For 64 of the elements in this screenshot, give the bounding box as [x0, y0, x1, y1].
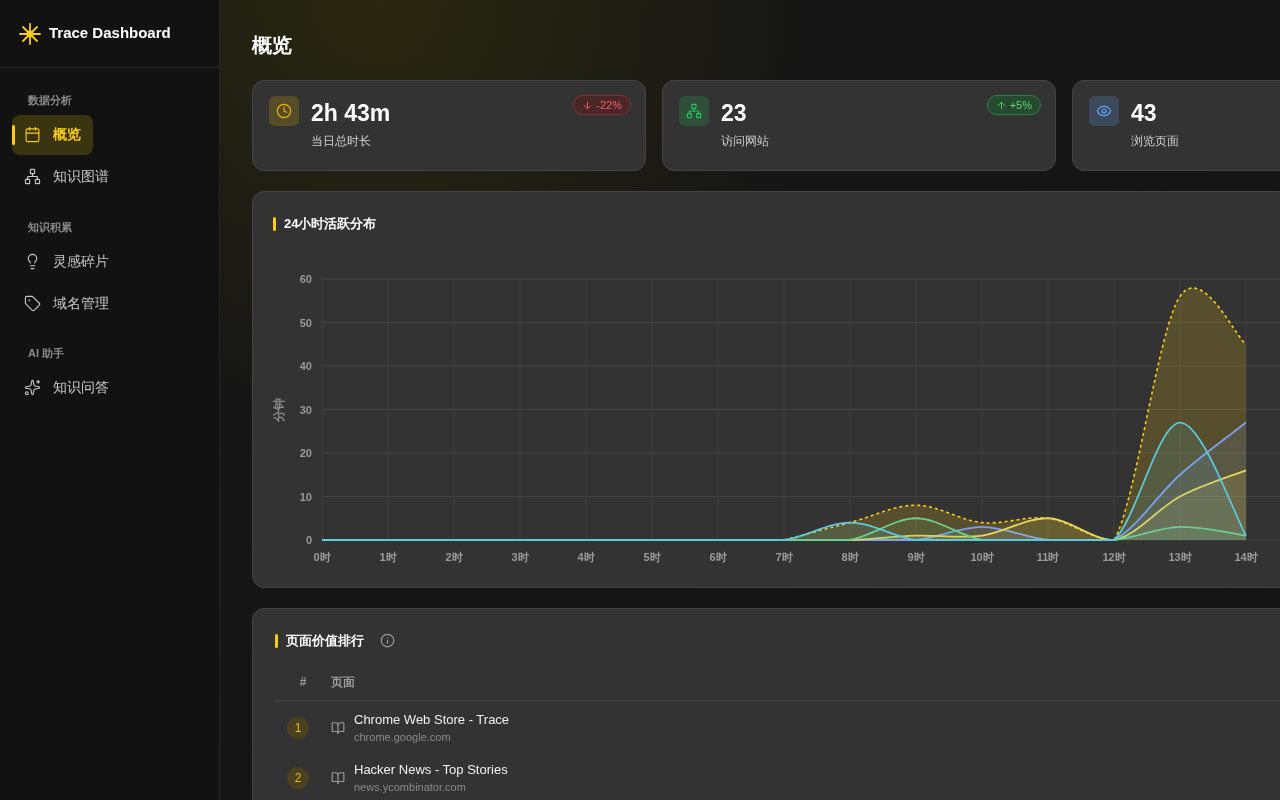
- x-tick-label: 13时: [1168, 550, 1192, 563]
- nav-item[interactable]: 概览: [12, 114, 93, 155]
- change-badge: +5%: [986, 95, 1041, 115]
- x-tick-label: 1时: [379, 550, 397, 563]
- stat-value: 23: [721, 99, 748, 128]
- page-title-link[interactable]: Chrome Web Store - Trace: [354, 709, 510, 729]
- sun-icon: [19, 22, 41, 45]
- book-icon: [331, 720, 345, 735]
- section-heading: AI 助手: [27, 346, 66, 361]
- x-tick-label: 8时: [841, 550, 859, 563]
- stat-label: 访问网站: [721, 133, 769, 150]
- clock-icon: [276, 103, 292, 119]
- section-heading: 数据分析: [27, 93, 73, 108]
- sparkle-icon: [24, 379, 41, 396]
- y-tick-label: 30: [299, 403, 312, 415]
- rank-badge: 1: [287, 716, 309, 739]
- x-tick-label: 2时: [445, 550, 463, 563]
- column-header: 页面: [331, 674, 355, 691]
- nav-item[interactable]: 灵感碎片: [12, 241, 121, 281]
- network-icon: [24, 168, 41, 185]
- x-tick-label: 6时: [709, 550, 727, 563]
- rank-badge: 2: [287, 766, 309, 789]
- book-icon: [331, 770, 345, 785]
- y-tick-label: 0: [305, 533, 312, 546]
- y-tick-label: 60: [299, 272, 312, 285]
- y-tick-label: 10: [299, 490, 312, 502]
- x-tick-label: 14时: [1234, 550, 1258, 563]
- page-domain: chrome.google.com: [354, 730, 452, 745]
- nav-item[interactable]: 知识问答: [12, 367, 121, 408]
- section-heading: 知识积累: [27, 219, 73, 235]
- x-tick-label: 12时: [1102, 550, 1126, 563]
- x-tick-label: 9时: [907, 550, 925, 563]
- arrow-up-icon: [995, 99, 1007, 111]
- stat-label: 浏览页面: [1131, 133, 1179, 150]
- stat-value: 2h 43m: [311, 99, 391, 128]
- y-tick-label: 20: [299, 446, 312, 459]
- card-title: 24小时活跃分布: [284, 215, 377, 233]
- x-tick-label: 11时: [1036, 550, 1060, 563]
- stat-label: 当日总时长: [311, 133, 372, 150]
- change-badge: -22%: [573, 95, 631, 115]
- y-axis-label: 分钟: [272, 397, 286, 421]
- x-tick-label: 7时: [775, 550, 793, 563]
- tag-icon: [24, 294, 41, 312]
- x-tick-label: 5时: [643, 550, 661, 563]
- column-header: #: [298, 674, 308, 691]
- x-tick-label: 4时: [577, 550, 595, 563]
- page-title: 概览: [252, 33, 293, 58]
- x-tick-label: 10时: [970, 550, 994, 563]
- eye-icon: [1096, 103, 1112, 119]
- brand-name: Trace Dashboard: [49, 23, 171, 44]
- stat-value: 43: [1131, 99, 1158, 128]
- card-title: 页面价值排行: [286, 632, 364, 650]
- x-tick-label: 3时: [511, 550, 529, 563]
- arrow-down-icon: [582, 99, 594, 111]
- nav-item[interactable]: 知识图谱: [12, 156, 121, 197]
- page-domain: news.ycombinator.com: [354, 780, 467, 795]
- nav-item[interactable]: 域名管理: [12, 283, 121, 323]
- y-tick-label: 40: [299, 359, 312, 372]
- info-icon[interactable]: [380, 633, 395, 649]
- y-tick-label: 50: [299, 316, 312, 328]
- x-tick-label: 0时: [313, 550, 331, 563]
- page-title-link[interactable]: Hacker News - Top Stories: [354, 759, 508, 779]
- calendar-icon: [24, 126, 41, 143]
- network-icon: [686, 103, 702, 119]
